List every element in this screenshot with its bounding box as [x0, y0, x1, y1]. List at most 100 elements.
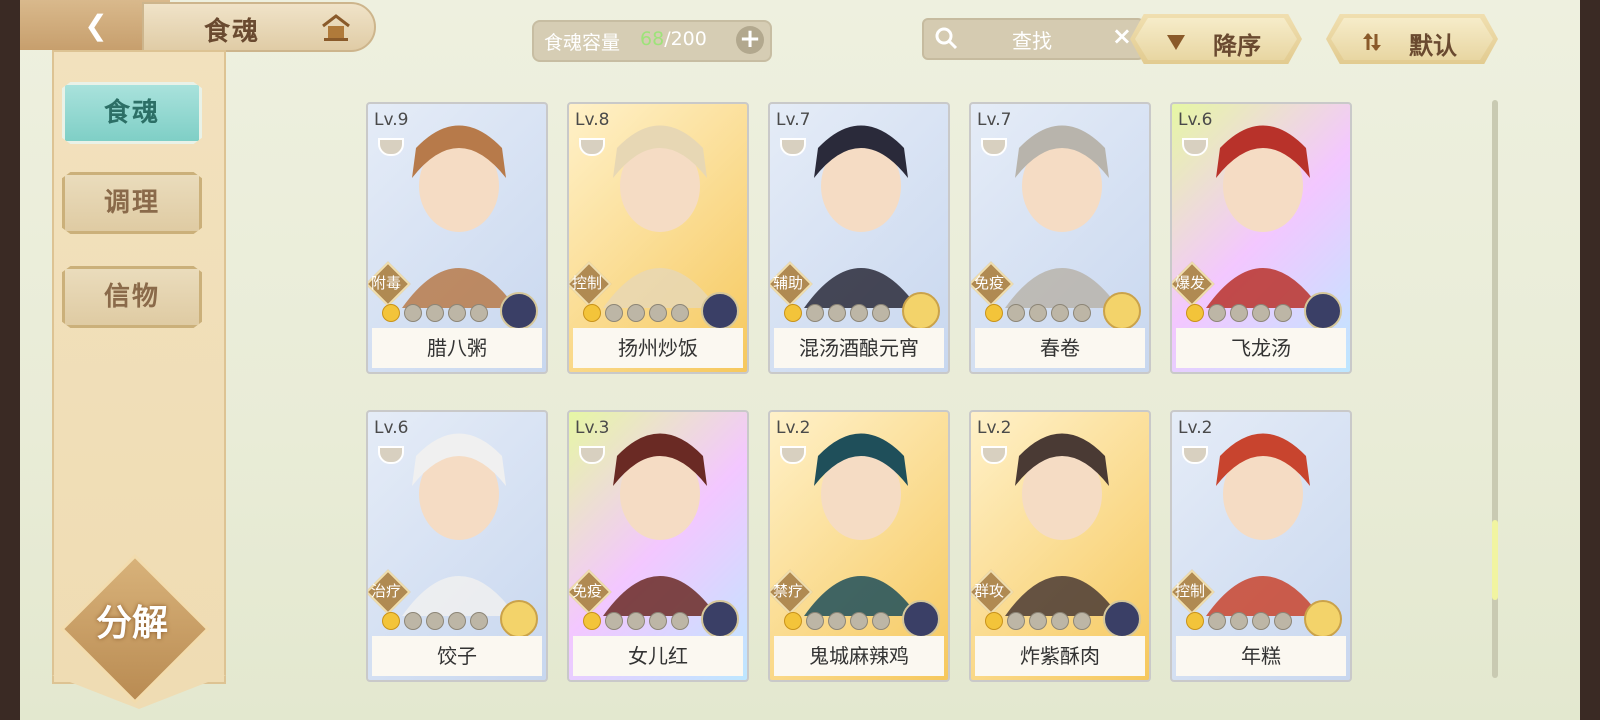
rank-pip-icon	[1051, 304, 1069, 322]
card-name: 鬼城麻辣鸡	[774, 636, 944, 676]
sidebar-item-tokens[interactable]: 信物	[62, 266, 202, 328]
rank-pip-icon	[1230, 612, 1248, 630]
search-icon	[935, 27, 958, 50]
capacity-add-button[interactable]: +	[736, 26, 764, 54]
sort-mode-button-face: 默认	[1331, 18, 1493, 60]
rank-pips	[784, 612, 890, 632]
rank-pip-icon	[671, 304, 689, 322]
star-emblem-icon	[1304, 292, 1342, 330]
rank-pip-icon	[627, 612, 645, 630]
card-name: 女儿红	[573, 636, 743, 676]
rank-pip-icon	[448, 612, 466, 630]
rank-pip-icon	[605, 612, 623, 630]
role-label: 禁疗	[772, 582, 803, 600]
role-badge: 治疗	[368, 569, 411, 615]
star-emblem-icon	[902, 600, 940, 638]
rank-pip-icon	[828, 612, 846, 630]
rank-pip-icon	[671, 612, 689, 630]
rank-pip-icon	[448, 304, 466, 322]
star-emblem-icon	[1103, 292, 1141, 330]
role-badge: 免疫	[971, 261, 1014, 307]
food-soul-card[interactable]: Lv.6 爆发 飞龙汤	[1170, 102, 1352, 374]
search-input[interactable]: 查找	[1012, 25, 1052, 54]
star-emblem-icon	[500, 292, 538, 330]
food-soul-card[interactable]: Lv.2 禁疗 鬼城麻辣鸡	[768, 410, 950, 682]
food-soul-card[interactable]: Lv.8 控制扬州炒饭	[567, 102, 749, 374]
role-label: 爆发	[1174, 274, 1205, 292]
star-emblem-icon	[1103, 600, 1141, 638]
sidebar-item-conditioning[interactable]: 调理	[62, 172, 202, 234]
rank-pip-icon	[470, 304, 488, 322]
rank-pip-icon	[1186, 304, 1204, 322]
sidebar-item-label: 食魂	[103, 98, 160, 128]
card-level: Lv.6	[374, 418, 409, 438]
rank-pip-icon	[1007, 612, 1025, 630]
back-arrow-icon: ❮	[84, 9, 108, 42]
rank-pip-icon	[1073, 612, 1091, 630]
role-badge: 群攻	[971, 569, 1014, 615]
scrollbar-thumb[interactable]	[1492, 520, 1498, 600]
rank-pip-icon	[1186, 612, 1204, 630]
sort-arrows-icon	[1363, 33, 1381, 51]
rank-pip-icon	[404, 304, 422, 322]
food-soul-card[interactable]: Lv.2 控制 年糕	[1170, 410, 1352, 682]
rank-pip-icon	[828, 304, 846, 322]
role-badge: 禁疗	[770, 569, 813, 615]
rank-pip-icon	[1051, 612, 1069, 630]
card-name: 年糕	[1176, 636, 1346, 676]
rank-pip-icon	[426, 304, 444, 322]
rank-pip-icon	[649, 612, 667, 630]
food-soul-card[interactable]: Lv.7 免疫 春卷	[969, 102, 1151, 374]
rank-pip-icon	[784, 612, 802, 630]
role-label: 免疫	[973, 274, 1004, 292]
rank-pips	[382, 304, 488, 324]
sort-mode-button[interactable]: 默认	[1326, 14, 1498, 64]
card-name: 扬州炒饭	[573, 328, 743, 368]
rank-pip-icon	[850, 612, 868, 630]
capacity-indicator: 食魂容量 68/200 +	[532, 20, 772, 62]
star-emblem-icon	[1304, 600, 1342, 638]
rank-pip-icon	[1029, 304, 1047, 322]
rank-pip-icon	[404, 612, 422, 630]
decompose-label[interactable]: 分解	[80, 594, 184, 646]
food-soul-card[interactable]: Lv.3 免疫女儿红	[567, 410, 749, 682]
rank-pip-icon	[382, 304, 400, 322]
rank-pip-icon	[1230, 304, 1248, 322]
search-box[interactable]: 查找 ×	[922, 18, 1144, 60]
triangle-down-icon	[1167, 35, 1185, 50]
star-emblem-icon	[500, 600, 538, 638]
rank-pip-icon	[806, 612, 824, 630]
rank-pip-icon	[1029, 612, 1047, 630]
food-soul-card[interactable]: Lv.2 群攻 炸紫酥肉	[969, 410, 1151, 682]
rank-pip-icon	[1274, 304, 1292, 322]
card-level: Lv.9	[374, 110, 409, 130]
capacity-max: /200	[664, 28, 707, 50]
sidebar-item-label: 调理	[103, 188, 160, 218]
capacity-label: 食魂容量	[544, 32, 621, 54]
card-level: Lv.2	[977, 418, 1012, 438]
rank-pip-icon	[627, 304, 645, 322]
food-soul-card[interactable]: Lv.9 附毒 腊八粥	[366, 102, 548, 374]
sort-order-button-face: 降序	[1135, 18, 1297, 60]
role-badge: 控制	[569, 261, 612, 307]
card-level: Lv.8	[575, 110, 610, 130]
card-level: Lv.6	[1178, 110, 1213, 130]
card-level: Lv.7	[977, 110, 1012, 130]
page-title: 食魂	[204, 17, 261, 47]
food-soul-card[interactable]: Lv.7 辅助 混汤酒酿元宵	[768, 102, 950, 374]
rank-pip-icon	[1274, 612, 1292, 630]
home-icon[interactable]	[319, 12, 353, 42]
rank-pip-icon	[985, 612, 1003, 630]
rank-pip-icon	[1252, 612, 1270, 630]
search-clear-button[interactable]: ×	[1112, 22, 1132, 50]
card-level: Lv.3	[575, 418, 610, 438]
title-tab: 食魂	[142, 2, 376, 52]
sort-order-button[interactable]: 降序	[1130, 14, 1302, 64]
sidebar-item-food-souls[interactable]: 食魂	[62, 82, 202, 144]
role-label: 免疫	[571, 582, 602, 600]
rank-pips	[1186, 304, 1292, 324]
food-soul-card[interactable]: Lv.6 治疗 饺子	[366, 410, 548, 682]
rank-pip-icon	[806, 304, 824, 322]
role-label: 附毒	[370, 274, 401, 292]
rank-pip-icon	[1007, 304, 1025, 322]
